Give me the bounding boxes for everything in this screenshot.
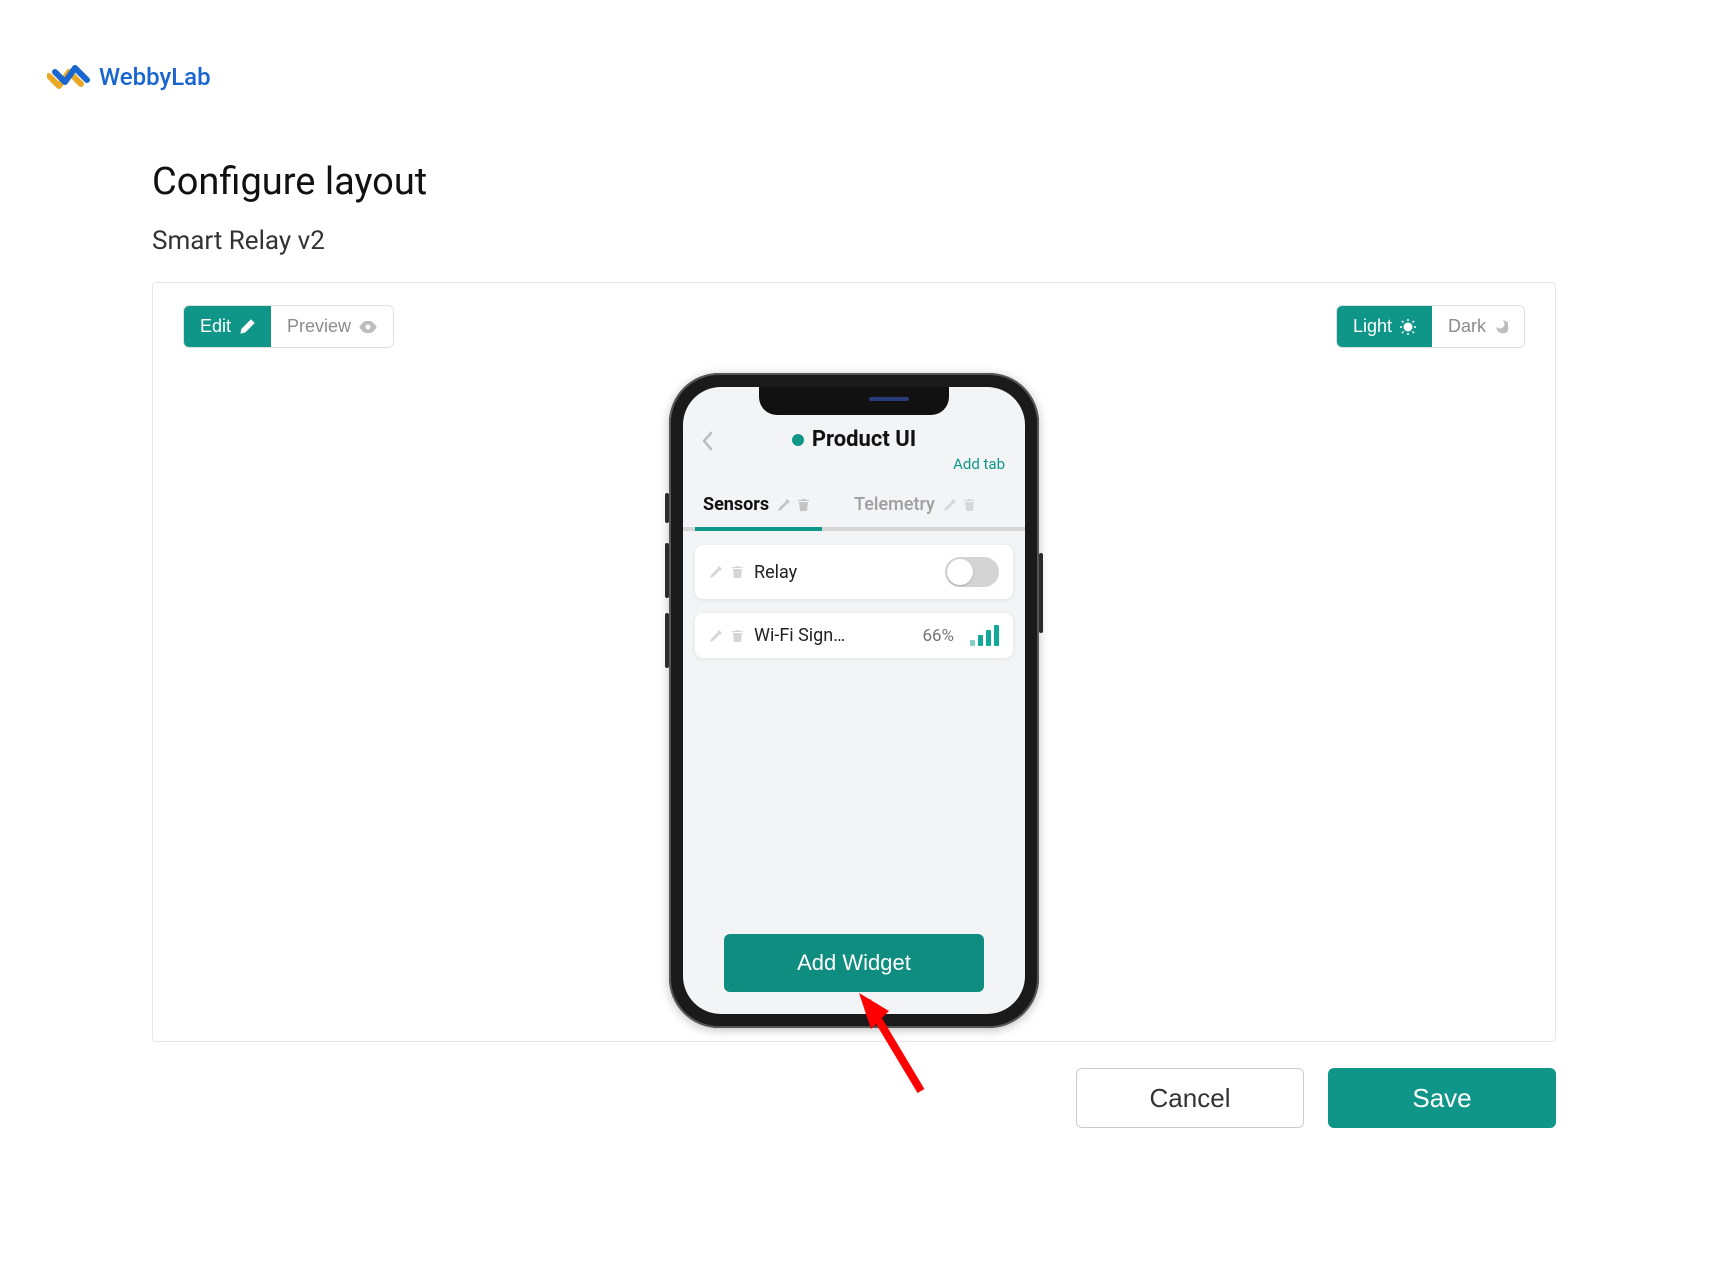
widget-relay[interactable]: Relay <box>695 545 1013 599</box>
edit-mode-button[interactable]: Edit <box>184 306 271 347</box>
moon-icon <box>1494 320 1508 334</box>
pencil-icon[interactable] <box>943 498 957 512</box>
status-dot-icon <box>792 434 804 446</box>
cancel-button[interactable]: Cancel <box>1076 1068 1304 1128</box>
widget-wifi-signal[interactable]: Wi-Fi Sign… 66% <box>695 613 1013 658</box>
widget-label: Wi-Fi Sign… <box>754 625 912 646</box>
tab-label: Sensors <box>703 494 769 515</box>
relay-toggle[interactable] <box>945 557 999 587</box>
footer-actions: Cancel Save <box>1076 1068 1556 1128</box>
sun-icon <box>1400 319 1416 335</box>
phone-side-button <box>665 493 669 523</box>
dark-label: Dark <box>1448 316 1486 337</box>
tab-label: Telemetry <box>854 494 935 515</box>
tab-sensors[interactable]: Sensors <box>695 484 822 527</box>
save-button[interactable]: Save <box>1328 1068 1556 1128</box>
widget-value: 66% <box>922 626 954 646</box>
back-icon[interactable] <box>701 431 713 455</box>
add-widget-button[interactable]: Add Widget <box>724 934 984 992</box>
pencil-icon[interactable] <box>709 629 723 643</box>
page-title: Configure layout <box>152 160 427 204</box>
edit-label: Edit <box>200 316 231 337</box>
phone-side-button <box>665 543 669 598</box>
phone-screen: Product UI Add tab Sensors <box>683 387 1025 1014</box>
tab-telemetry[interactable]: Telemetry <box>846 484 988 527</box>
signal-bars-icon <box>970 625 999 646</box>
pencil-icon[interactable] <box>777 498 791 512</box>
trash-icon[interactable] <box>731 565 744 579</box>
phone-notch <box>759 387 949 415</box>
trash-icon[interactable] <box>797 498 810 512</box>
theme-toggle-group: Light Dark <box>1336 305 1525 348</box>
brand-logo-icon <box>47 62 91 92</box>
phone-mockup: Product UI Add tab Sensors <box>669 373 1039 1028</box>
pencil-icon[interactable] <box>709 565 723 579</box>
layout-panel: Edit Preview Light Dark <box>152 282 1556 1042</box>
trash-icon[interactable] <box>731 629 744 643</box>
preview-mode-button[interactable]: Preview <box>271 306 393 347</box>
widget-list: Relay Wi-Fi Sign… 66% <box>683 531 1025 672</box>
page-subtitle: Smart Relay v2 <box>152 226 325 256</box>
trash-icon[interactable] <box>963 498 976 512</box>
phone-side-button <box>665 613 669 668</box>
pencil-icon <box>239 319 255 335</box>
phone-side-button <box>1039 553 1043 633</box>
widget-label: Relay <box>754 562 935 583</box>
add-tab-link[interactable]: Add tab <box>953 455 1005 473</box>
light-label: Light <box>1353 316 1392 337</box>
tab-bar: Sensors Telemetry <box>683 484 1025 531</box>
light-theme-button[interactable]: Light <box>1337 306 1432 347</box>
eye-icon <box>359 321 377 333</box>
toggle-knob <box>947 559 973 585</box>
brand: WebbyLab <box>47 62 211 92</box>
dark-theme-button[interactable]: Dark <box>1432 306 1524 347</box>
preview-label: Preview <box>287 316 351 337</box>
app-title: Product UI <box>812 427 916 452</box>
brand-name: WebbyLab <box>99 63 211 91</box>
mode-toggle-group: Edit Preview <box>183 305 394 348</box>
